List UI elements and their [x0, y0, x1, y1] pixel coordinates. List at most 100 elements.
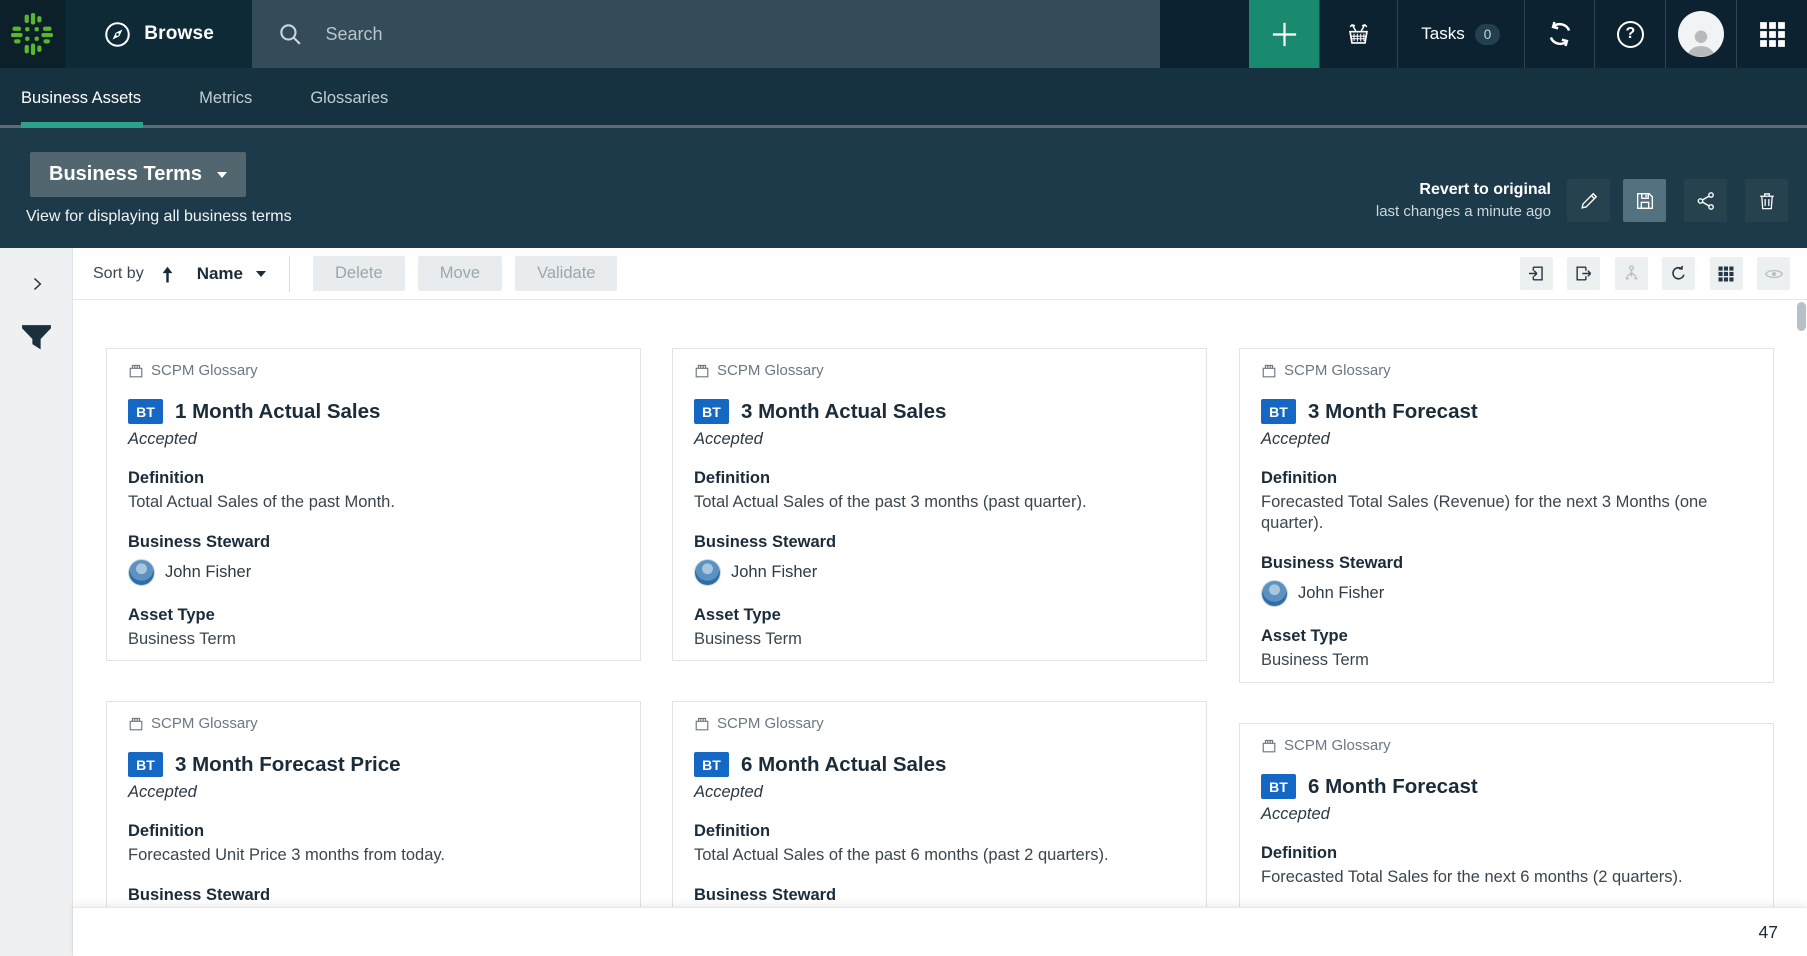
user-avatar-button[interactable]	[1665, 0, 1736, 68]
apps-grid-button[interactable]	[1736, 0, 1807, 68]
sync-status-button[interactable]	[1524, 0, 1595, 68]
import-icon	[1527, 264, 1546, 283]
glossary-icon	[694, 363, 710, 379]
app-logo[interactable]	[0, 0, 66, 68]
asset-title-link[interactable]: 1 Month Actual Sales	[175, 400, 380, 424]
share-view-button[interactable]	[1684, 179, 1727, 222]
asset-title-link[interactable]: 3 Month Forecast	[1308, 400, 1478, 424]
share-icon	[1695, 190, 1717, 212]
import-button[interactable]	[1520, 257, 1553, 290]
preview-button[interactable]	[1757, 257, 1790, 290]
steward-name-link[interactable]: John Fisher	[1298, 584, 1384, 603]
asset-title-link[interactable]: 6 Month Actual Sales	[741, 753, 946, 777]
definition-label: Definition	[694, 822, 1185, 841]
compass-icon	[104, 21, 131, 48]
refresh-icon	[1669, 264, 1688, 283]
revert-to-original-link[interactable]: Revert to original	[1376, 179, 1551, 201]
avatar-icon	[1678, 11, 1724, 57]
asset-type-value: Business Term	[694, 629, 1185, 650]
glossary-link[interactable]: SCPM Glossary	[128, 715, 619, 732]
sort-by-label: Sort by	[93, 265, 144, 283]
results-footer: 47	[73, 907, 1807, 956]
definition-text: Total Actual Sales of the past Month.	[128, 492, 619, 513]
business-term-badge: BT	[694, 752, 729, 777]
search-input[interactable]	[325, 24, 1085, 45]
status-text: Accepted	[694, 430, 1185, 449]
filter-button[interactable]	[0, 316, 73, 360]
help-button[interactable]: ?	[1594, 0, 1665, 68]
status-text: Accepted	[1261, 430, 1752, 449]
steward-label: Business Steward	[1261, 554, 1752, 573]
tab-glossaries[interactable]: Glossaries	[310, 89, 388, 108]
view-header: Business Terms View for displaying all b…	[0, 128, 1807, 248]
apps-grid-icon	[1759, 21, 1786, 48]
asset-title-link[interactable]: 6 Month Forecast	[1308, 775, 1478, 799]
glossary-name: SCPM Glossary	[1284, 737, 1391, 754]
arrow-up-icon	[160, 264, 175, 284]
sort-direction-button[interactable]	[160, 264, 175, 284]
glossary-icon	[694, 716, 710, 732]
export-icon	[1574, 264, 1593, 283]
tab-metrics[interactable]: Metrics	[199, 89, 252, 108]
status-text: Accepted	[128, 783, 619, 802]
trash-icon	[1756, 190, 1778, 212]
definition-text: Forecasted Total Sales (Revenue) for the…	[1261, 492, 1752, 534]
data-basket-button[interactable]	[1319, 0, 1397, 68]
tab-business-assets[interactable]: Business Assets	[21, 89, 141, 108]
asset-title-link[interactable]: 3 Month Forecast Price	[175, 753, 401, 777]
asset-card[interactable]: SCPM Glossary BT 3 Month Forecast Accept…	[1239, 348, 1774, 683]
steward-name-link[interactable]: John Fisher	[165, 563, 251, 582]
view-selector-button[interactable]: Business Terms	[30, 152, 246, 197]
edit-view-button[interactable]	[1567, 179, 1610, 222]
steward-name-link[interactable]: John Fisher	[731, 563, 817, 582]
glossary-link[interactable]: SCPM Glossary	[128, 362, 619, 379]
glossary-name: SCPM Glossary	[717, 362, 824, 379]
glossary-icon	[1261, 738, 1277, 754]
status-text: Accepted	[1261, 805, 1752, 824]
validate-button[interactable]: Validate	[515, 256, 617, 291]
glossary-icon	[128, 363, 144, 379]
glossary-link[interactable]: SCPM Glossary	[1261, 737, 1752, 754]
glossary-link[interactable]: SCPM Glossary	[694, 362, 1185, 379]
add-asset-button[interactable]	[1249, 0, 1319, 68]
chevron-down-icon	[217, 172, 227, 178]
tasks-count-badge: 0	[1475, 24, 1501, 45]
active-tab-underline	[21, 122, 143, 128]
glossary-icon	[128, 716, 144, 732]
asset-title-link[interactable]: 3 Month Actual Sales	[741, 400, 946, 424]
delete-view-button[interactable]	[1745, 179, 1788, 222]
card-grid: SCPM Glossary BT 1 Month Actual Sales Ac…	[73, 300, 1807, 956]
filter-rail	[0, 248, 73, 956]
view-title: Business Terms	[49, 163, 202, 186]
export-button[interactable]	[1567, 257, 1600, 290]
save-view-button[interactable]	[1623, 179, 1666, 222]
expand-sidebar-button[interactable]	[0, 262, 73, 306]
pencil-icon	[1578, 190, 1600, 212]
tasks-button[interactable]: Tasks 0	[1397, 0, 1524, 68]
glossary-name: SCPM Glossary	[151, 362, 258, 379]
asset-card[interactable]: SCPM Glossary BT 1 Month Actual Sales Ac…	[106, 348, 641, 661]
asset-type-value: Business Term	[128, 629, 619, 650]
app-window: Browse Tasks	[0, 0, 1807, 956]
chevron-right-icon	[27, 274, 47, 294]
business-term-badge: BT	[1261, 399, 1296, 424]
grid-view-button[interactable]	[1710, 257, 1743, 290]
steward-avatar	[694, 559, 721, 586]
delete-button[interactable]: Delete	[313, 256, 405, 291]
hierarchy-view-button[interactable]	[1615, 257, 1648, 290]
refresh-button[interactable]	[1662, 257, 1695, 290]
asset-card[interactable]: SCPM Glossary BT 3 Month Actual Sales Ac…	[672, 348, 1207, 661]
vertical-scrollbar[interactable]	[1797, 302, 1806, 331]
steward-label: Business Steward	[128, 886, 619, 905]
filter-funnel-icon	[20, 322, 53, 355]
browse-button[interactable]: Browse	[66, 0, 253, 68]
sort-field-dropdown[interactable]: Name	[197, 264, 266, 284]
definition-text: Forecasted Total Sales for the next 6 mo…	[1261, 867, 1752, 888]
hierarchy-tree-icon	[1622, 264, 1641, 283]
move-button[interactable]: Move	[418, 256, 502, 291]
steward-label: Business Steward	[694, 533, 1185, 552]
glossary-link[interactable]: SCPM Glossary	[1261, 362, 1752, 379]
glossary-link[interactable]: SCPM Glossary	[694, 715, 1185, 732]
browse-label: Browse	[144, 23, 214, 45]
definition-label: Definition	[128, 822, 619, 841]
